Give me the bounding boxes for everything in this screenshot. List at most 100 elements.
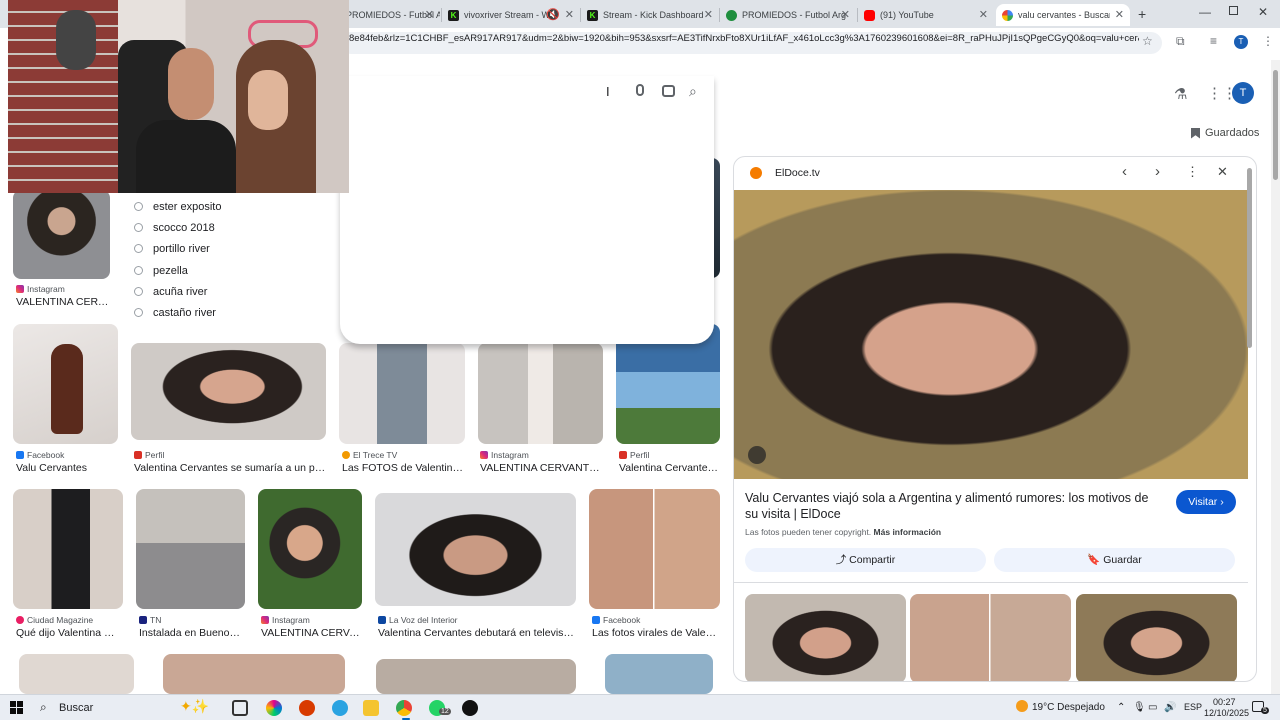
close-icon[interactable]: ✕ [1115,8,1124,21]
page-scrollbar[interactable] [1271,60,1280,694]
result-source[interactable]: Instagram [16,284,65,294]
volume-icon[interactable]: 🔊 [1164,702,1176,713]
result-source[interactable]: Instagram [261,615,310,625]
result-source[interactable]: Perfil [619,450,649,460]
app-icon[interactable] [462,700,478,716]
microphone-icon[interactable]: 🎙 [1133,702,1146,713]
language-indicator[interactable]: ESP [1184,702,1202,712]
result-image[interactable] [376,659,576,694]
media-icon[interactable]: ≡ [1210,34,1217,48]
minimize-icon[interactable]: — [1199,5,1211,19]
result-image[interactable] [339,343,465,444]
suggestion-item[interactable]: scocco 2018 [134,222,215,234]
lens-search-icon[interactable] [748,446,766,464]
tab-youtube[interactable]: (91) YouTube ✕ [858,4,994,26]
result-image[interactable] [375,493,576,606]
tab-google-search[interactable]: valu cervantes - Buscar c ✕ [996,4,1130,26]
result-source[interactable]: Perfil [134,450,164,460]
result-source[interactable]: La Voz del Interior [378,615,458,625]
result-image[interactable] [478,343,603,444]
close-icon[interactable]: ✕ [979,8,988,21]
weather-text[interactable]: 19°C Despejado [1032,702,1105,713]
close-icon[interactable]: ✕ [425,8,434,21]
panel-main-image[interactable] [734,190,1248,479]
extensions-icon[interactable]: ⧉ [1176,34,1185,49]
url-text[interactable]: 8e84feb&rlz=1C1CHBF_esAR917AR917&udm=2&b… [349,33,1139,44]
result-image[interactable] [136,489,245,609]
clock-time[interactable]: 00:27 [1213,697,1236,707]
suggestion-item[interactable]: castaño river [134,307,216,319]
next-arrow-icon[interactable]: › [1155,163,1160,180]
new-tab-icon[interactable]: + [1138,6,1146,22]
more-options-icon[interactable]: ⋮ [1186,164,1199,180]
suggestion-item[interactable]: portillo river [134,243,210,255]
result-caption[interactable]: Qué dijo Valentina Ce... [16,627,122,639]
result-source[interactable]: Facebook [592,615,640,625]
result-source[interactable]: Instagram [480,450,529,460]
menu-kebab-icon[interactable]: ⋮ [1262,34,1274,48]
suggestion-item[interactable]: ester exposito [134,201,221,213]
result-caption[interactable]: Instalada en Buenos ... [139,627,243,639]
result-source[interactable]: TN [139,615,161,625]
close-panel-icon[interactable]: ✕ [1217,164,1228,180]
result-image[interactable] [19,654,134,694]
result-source[interactable]: El Trece TV [342,450,397,460]
result-caption[interactable]: Valu Cervantes [16,462,116,474]
network-icon[interactable]: ▭ [1148,702,1157,713]
scrollbar-thumb[interactable] [1273,70,1278,180]
suggestion-item[interactable]: acuña river [134,286,207,298]
result-image[interactable] [589,489,720,609]
telegram-icon[interactable] [332,700,348,716]
result-caption[interactable]: Valentina Cervantes ... [619,462,719,474]
result-caption[interactable]: VALENTINA CERVANTE... [480,462,602,474]
result-caption[interactable]: Las fotos virales de Valenti... [592,627,718,639]
window-close-icon[interactable]: ✕ [1258,5,1268,19]
result-image[interactable] [13,489,123,609]
suggestion-item[interactable]: pezella [134,265,188,277]
result-image[interactable] [131,343,326,440]
result-caption[interactable]: Las FOTOS de Valentina ... [342,462,464,474]
panel-title[interactable]: Valu Cervantes viajó sola a Argentina y … [745,490,1165,522]
share-button[interactable]: ⤴ Compartir [745,548,986,572]
taskbar-search[interactable]: Buscar [59,702,93,714]
result-image[interactable] [258,489,362,609]
bookmark-star-icon[interactable]: ☆ [1142,34,1153,48]
clock-date[interactable]: 12/10/2025 [1204,708,1249,718]
tab-promiedos-2[interactable]: PROMIEDOS - Futbol Arg ✕ [720,4,856,26]
lens-icon[interactable] [662,85,675,97]
related-image[interactable] [745,594,906,681]
close-icon[interactable]: ✕ [841,8,850,21]
app-icon[interactable] [299,700,315,716]
file-explorer-icon[interactable] [363,700,379,716]
chevron-up-icon[interactable]: ⌃ [1117,702,1125,713]
tab-promiedos-1[interactable]: PROMIEDOS - Futbol Arg ✕ [340,4,440,26]
task-view-icon[interactable] [232,700,248,716]
tab-vivoxriver[interactable]: K vivoxriver Stream - W 🔇 ✕ [442,4,580,26]
result-caption[interactable]: Valentina Cervantes debutará en televisi… [378,627,576,639]
start-windows-icon[interactable] [10,701,23,714]
voice-search-icon[interactable] [636,84,644,96]
search-highlight-icon[interactable]: ✦✨ [180,698,209,715]
close-icon[interactable]: ✕ [565,8,574,21]
search-icon[interactable]: ⌕ [689,83,697,100]
tab-kick-dashboard[interactable]: K Stream - Kick Dashboard ✕ [581,4,719,26]
labs-flask-icon[interactable]: ⚗ [1174,85,1187,103]
result-source[interactable]: Ciudad Magazine [16,615,93,625]
related-image[interactable] [910,594,1071,681]
chrome-icon[interactable] [396,700,412,716]
profile-avatar[interactable]: T [1234,35,1248,49]
close-icon[interactable]: ✕ [704,8,713,21]
save-button[interactable]: 🔖 Guardar [994,548,1235,572]
result-caption[interactable]: VALENTINA CERV... [16,296,110,308]
related-image[interactable] [1076,594,1237,681]
account-avatar[interactable]: T [1232,82,1254,104]
copilot-icon[interactable] [266,700,282,716]
restore-icon[interactable] [1229,6,1238,15]
result-caption[interactable]: Valentina Cervantes se sumaría a un prog… [134,462,326,474]
saved-link[interactable]: Guardados [1191,127,1259,139]
result-image[interactable] [13,190,110,279]
visit-button[interactable]: Visitar › [1176,490,1236,514]
panel-site-name[interactable]: ElDoce.tv [775,167,820,179]
panel-scrollbar-thumb[interactable] [1247,168,1252,348]
result-caption[interactable]: VALENTINA CERVA... [261,627,361,639]
